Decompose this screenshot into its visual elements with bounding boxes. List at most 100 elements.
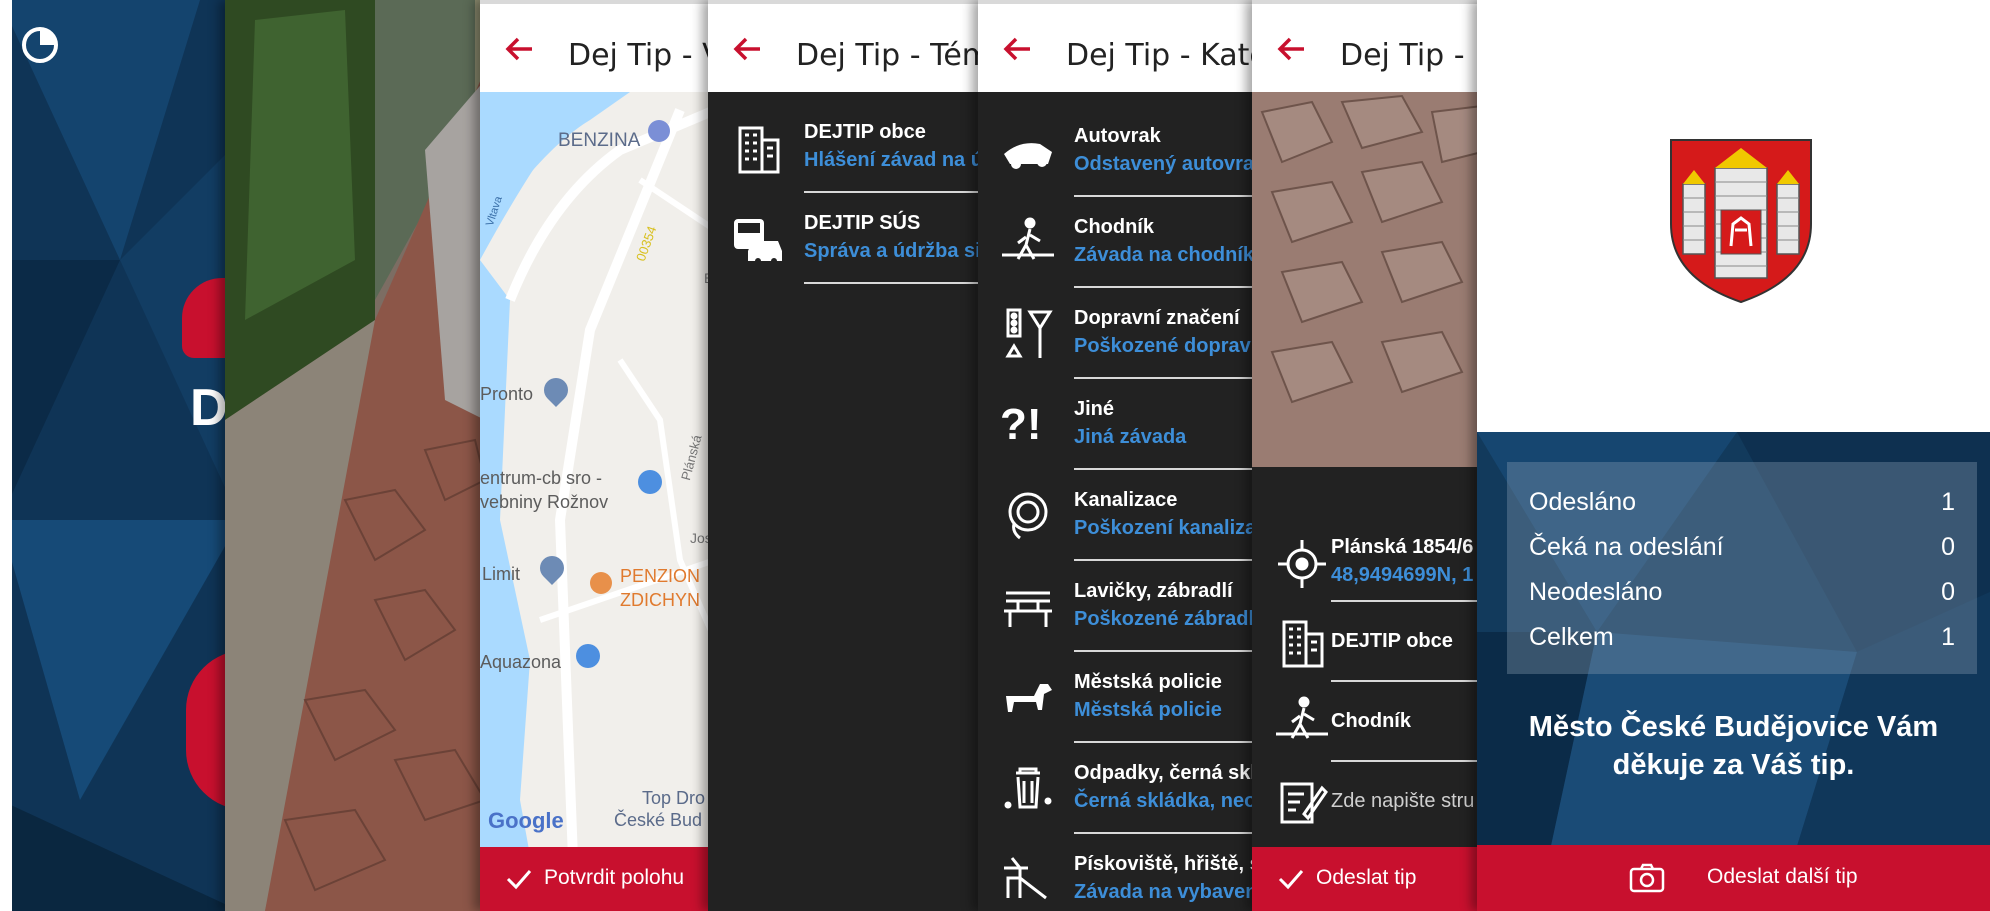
send-another-tip-button[interactable]: Odeslat další tip — [1477, 845, 1990, 911]
list-item-subtitle: Odstavený autovrak — [1074, 153, 1256, 175]
list-item-title: Pískoviště, hřiště, s — [1074, 853, 1256, 875]
shop-pin-icon[interactable] — [576, 644, 600, 668]
fuel-pin-icon[interactable] — [648, 120, 670, 142]
list-item[interactable]: Odpadky, černá skl Černá skládka, neo — [978, 743, 1256, 834]
category-app-bar: Dej Tip - Kateg — [978, 0, 1256, 92]
back-arrow-icon[interactable] — [1002, 34, 1032, 64]
map-label-penzion-1: PENZION — [620, 566, 701, 586]
question-exclamation-icon: ?! — [1000, 400, 1042, 449]
send-another-tip-label: Odeslat další tip — [1707, 865, 1858, 888]
list-item-subtitle: Závada na vybaven — [1074, 881, 1256, 903]
map-label-centrum: entrum-cb sro - — [480, 468, 603, 488]
manhole-icon — [1000, 488, 1056, 544]
confirm-location-label: Potvrdit polohu — [544, 866, 685, 889]
police-dog-icon — [1000, 670, 1056, 726]
list-item[interactable]: Pískoviště, hřiště, s Závada na vybaven — [978, 834, 1256, 911]
chart-pie-icon[interactable] — [20, 24, 60, 69]
list-item[interactable]: Chodník Závada na chodník — [978, 197, 1256, 288]
description-input[interactable]: Zde napište stru — [1331, 790, 1474, 813]
edit-note-icon — [1274, 774, 1330, 830]
send-tip-button[interactable]: Odeslat tip — [1252, 847, 1482, 911]
map-app-bar: Dej Tip - Vy — [480, 0, 715, 92]
list-item[interactable]: DEJTIP SÚS Správa a údržba sil — [708, 193, 983, 284]
car-wreck-icon — [1000, 124, 1056, 180]
back-arrow-icon[interactable] — [504, 34, 534, 64]
confirm-location-button[interactable]: Potvrdit polohu — [480, 847, 715, 911]
stat-value: 0 — [1941, 533, 1955, 561]
location-address: Plánská 1854/6 — [1331, 536, 1474, 558]
send-tip-label: Odeslat tip — [1316, 866, 1417, 889]
list-item-subtitle: Hlášení závad na úz — [804, 149, 983, 171]
camera-icon — [1629, 863, 1665, 898]
splash-screen: D — [0, 0, 240, 911]
building-icon — [730, 120, 786, 176]
stats-panel: Odesláno 1 Čeká na odeslání 0 Neodesláno… — [1507, 462, 1977, 674]
stat-label: Neodesláno — [1529, 578, 1663, 606]
map-label-benzina: BENZINA — [558, 130, 641, 151]
pedestrian-icon — [1274, 694, 1330, 750]
report-photo — [1252, 92, 1482, 472]
map-label-ceske-bud: České Bud — [614, 810, 703, 830]
report-app-bar: Dej Tip - Re — [1252, 0, 1482, 92]
category-screen: Dej Tip - Kateg Autovrak Odstavený autov… — [978, 0, 1256, 911]
traffic-sign-icon — [1000, 306, 1056, 362]
description-row[interactable]: Zde napište stru — [1252, 762, 1482, 842]
list-item-title: Chodník — [1074, 216, 1154, 238]
pedestrian-icon — [1000, 215, 1056, 271]
thanks-line-2: děkuje za Váš tip. — [1612, 749, 1855, 781]
list-item-subtitle: Poškození kanaliza — [1074, 517, 1256, 539]
thanks-screen: Odesláno 1 Čeká na odeslání 0 Neodesláno… — [1477, 0, 1990, 911]
city-coat-of-arms-logo — [1669, 138, 1813, 309]
list-item-subtitle: Závada na chodník — [1074, 244, 1255, 266]
back-arrow-icon[interactable] — [1276, 34, 1306, 64]
trash-bin-icon — [1000, 761, 1056, 817]
page-title: Dej Tip - Téma — [796, 38, 983, 73]
check-icon — [506, 867, 532, 896]
selected-category: Chodník — [1331, 710, 1411, 732]
stat-row: Čeká na odeslání 0 — [1529, 533, 1955, 573]
list-item-subtitle: Poškozené zábradl — [1074, 608, 1255, 630]
selected-theme: DEJTIP obce — [1331, 630, 1453, 652]
list-item-subtitle: Poškozené doprav — [1074, 335, 1251, 357]
list-item[interactable]: Lavičky, zábradlí Poškozené zábradl — [978, 561, 1256, 652]
list-item-title: Jiné — [1074, 398, 1115, 420]
restaurant-pin-icon[interactable] — [590, 572, 612, 594]
stat-value: 1 — [1941, 623, 1955, 651]
stat-row: Neodesláno 0 — [1529, 578, 1955, 618]
map-label-rovebniny: vebniny Rožnov — [480, 492, 609, 512]
playground-icon — [1000, 852, 1056, 908]
page-title: Dej Tip - Kateg — [1066, 38, 1256, 73]
list-item[interactable]: ?! Jiné Jiná závada — [978, 379, 1256, 470]
map-label-top-dro: Top Dro — [642, 788, 706, 808]
list-item[interactable]: Autovrak Odstavený autovrak — [978, 106, 1256, 197]
page-title: Dej Tip - Vy — [568, 38, 715, 73]
vehicles-icon — [730, 211, 786, 267]
location-row[interactable]: Plánská 1854/6 48,9494699N, 1 — [1252, 522, 1482, 602]
list-item-title: Lavičky, zábradlí — [1074, 580, 1233, 602]
list-item-title: DEJTIP obce — [804, 121, 926, 143]
shop-pin-icon[interactable] — [638, 470, 662, 494]
list-item[interactable]: Městská policie Městská policie — [978, 652, 1256, 743]
sidewalk-photo — [225, 0, 485, 911]
stat-label: Odesláno — [1529, 488, 1637, 516]
category-row[interactable]: Chodník — [1252, 682, 1482, 762]
list-item-title: Městská policie — [1074, 671, 1222, 693]
list-item[interactable]: DEJTIP obce Hlášení závad na úz — [708, 102, 983, 193]
check-icon — [1278, 867, 1304, 896]
list-item[interactable]: Kanalizace Poškození kanaliza — [978, 470, 1256, 561]
list-item[interactable]: Dopravní značení Poškozené doprav — [978, 288, 1256, 379]
page-title: Dej Tip - Re — [1340, 38, 1482, 73]
map-label-pronto: Pronto — [480, 384, 534, 404]
splash-title-letter: D — [190, 379, 228, 437]
list-item-subtitle: Městská policie — [1074, 699, 1222, 721]
theme-row[interactable]: DEJTIP obce — [1252, 602, 1482, 682]
map-screen: Dej Tip - Vy BENZINA 00354 Vltava Pronto… — [480, 0, 715, 911]
stat-label: Čeká na odeslání — [1529, 533, 1724, 561]
bench-icon — [1000, 579, 1056, 635]
map-label-penzion-2: ZDICHYN — [620, 590, 700, 610]
stat-value: 0 — [1941, 578, 1955, 606]
report-screen: Dej Tip - Re Plánská 1854/6 48,9494699N,… — [1252, 0, 1482, 911]
theme-screen: Dej Tip - Téma DEJTIP obce Hlášení závad… — [708, 0, 983, 911]
back-arrow-icon[interactable] — [732, 34, 762, 64]
building-icon — [1274, 614, 1330, 670]
